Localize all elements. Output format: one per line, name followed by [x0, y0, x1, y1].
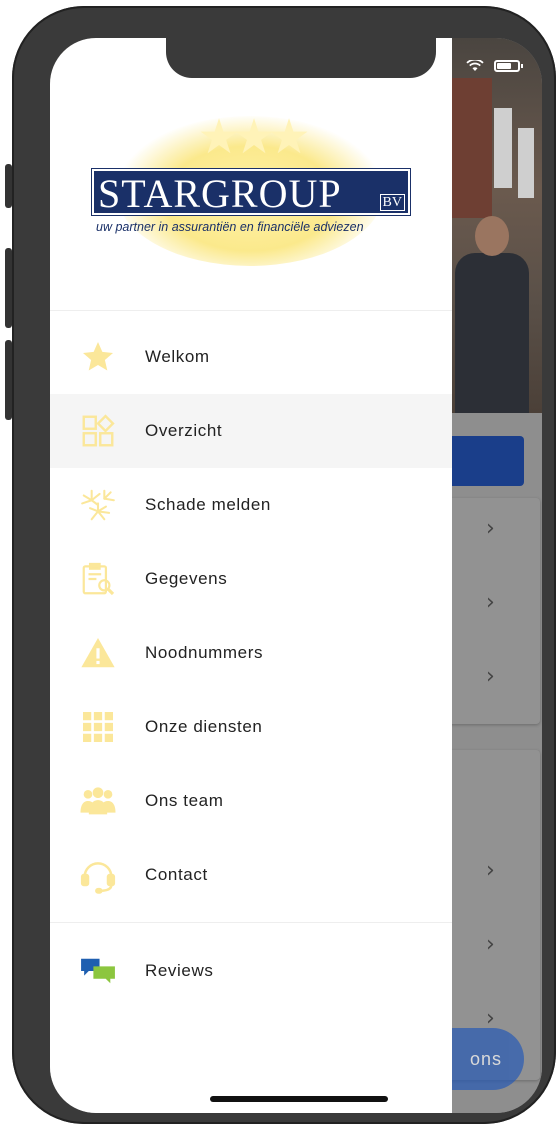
menu-item-overzicht[interactable]: Overzicht: [50, 394, 452, 468]
chevron-right-icon[interactable]: ›: [486, 516, 495, 541]
menu-label: Overzicht: [145, 421, 223, 440]
chevron-right-icon[interactable]: ›: [486, 932, 495, 957]
logo-tagline: uw partner in assurantiën en financiële …: [96, 220, 364, 234]
volume-down-button: [5, 340, 12, 420]
person-photo: [455, 253, 529, 413]
menu-item-welkom[interactable]: Welkom: [50, 320, 452, 394]
logo-name: STARGROUP: [98, 171, 342, 216]
chat-bubbles-icon: [78, 951, 118, 991]
team-icon: [78, 781, 118, 821]
menu-item-schade-melden[interactable]: Schade melden: [50, 468, 452, 542]
home-indicator[interactable]: [210, 1096, 388, 1102]
screen: › › › › › › ons ★★★ STARGROUP BV uw part…: [50, 38, 542, 1113]
wifi-icon: [466, 60, 484, 71]
menu-item-gegevens[interactable]: Gegevens: [50, 542, 452, 616]
menu-label: Noodnummers: [145, 643, 264, 662]
battery-icon: [494, 60, 523, 72]
status-bar: [466, 60, 523, 72]
grid-icon: [78, 707, 118, 747]
logo-wordmark: STARGROUP BV: [92, 169, 410, 215]
navigation-drawer: ★★★ STARGROUP BV uw partner in assuranti…: [50, 38, 452, 1113]
menu-label: Gegevens: [145, 569, 228, 588]
mute-switch: [5, 164, 12, 208]
chevron-right-icon[interactable]: ›: [486, 858, 495, 883]
menu-label: Welkom: [145, 347, 210, 366]
logo-stars-icon: ★★★: [197, 109, 310, 165]
menu-label: Reviews: [145, 961, 214, 980]
menu-item-reviews[interactable]: Reviews: [50, 934, 452, 1008]
widgets-icon: [78, 411, 118, 451]
chevron-right-icon[interactable]: ›: [486, 590, 495, 615]
menu-label: Schade melden: [145, 495, 271, 514]
fireworks-icon: [78, 485, 118, 525]
menu-item-ons-team[interactable]: Ons team: [50, 764, 452, 838]
headset-icon: [78, 855, 118, 895]
warning-icon: [78, 633, 118, 673]
volume-up-button: [5, 248, 12, 328]
menu-label: Onze diensten: [145, 717, 263, 736]
house-roof: [452, 78, 492, 218]
menu-label: Contact: [145, 865, 208, 884]
clipboard-search-icon: [78, 559, 118, 599]
notch: [166, 38, 436, 78]
logo: ★★★ STARGROUP BV uw partner in assuranti…: [50, 38, 452, 310]
menu-label: Ons team: [145, 791, 224, 810]
divider: [50, 310, 452, 311]
chevron-right-icon[interactable]: ›: [486, 664, 495, 689]
menu-item-contact[interactable]: Contact: [50, 838, 452, 912]
menu-item-onze-diensten[interactable]: Onze diensten: [50, 690, 452, 764]
divider: [50, 922, 452, 923]
star-icon: [78, 337, 118, 377]
logo-suffix: BV: [379, 194, 405, 211]
phone-frame: › › › › › › ons ★★★ STARGROUP BV uw part…: [5, 6, 556, 1124]
menu-item-noodnummers[interactable]: Noodnummers: [50, 616, 452, 690]
